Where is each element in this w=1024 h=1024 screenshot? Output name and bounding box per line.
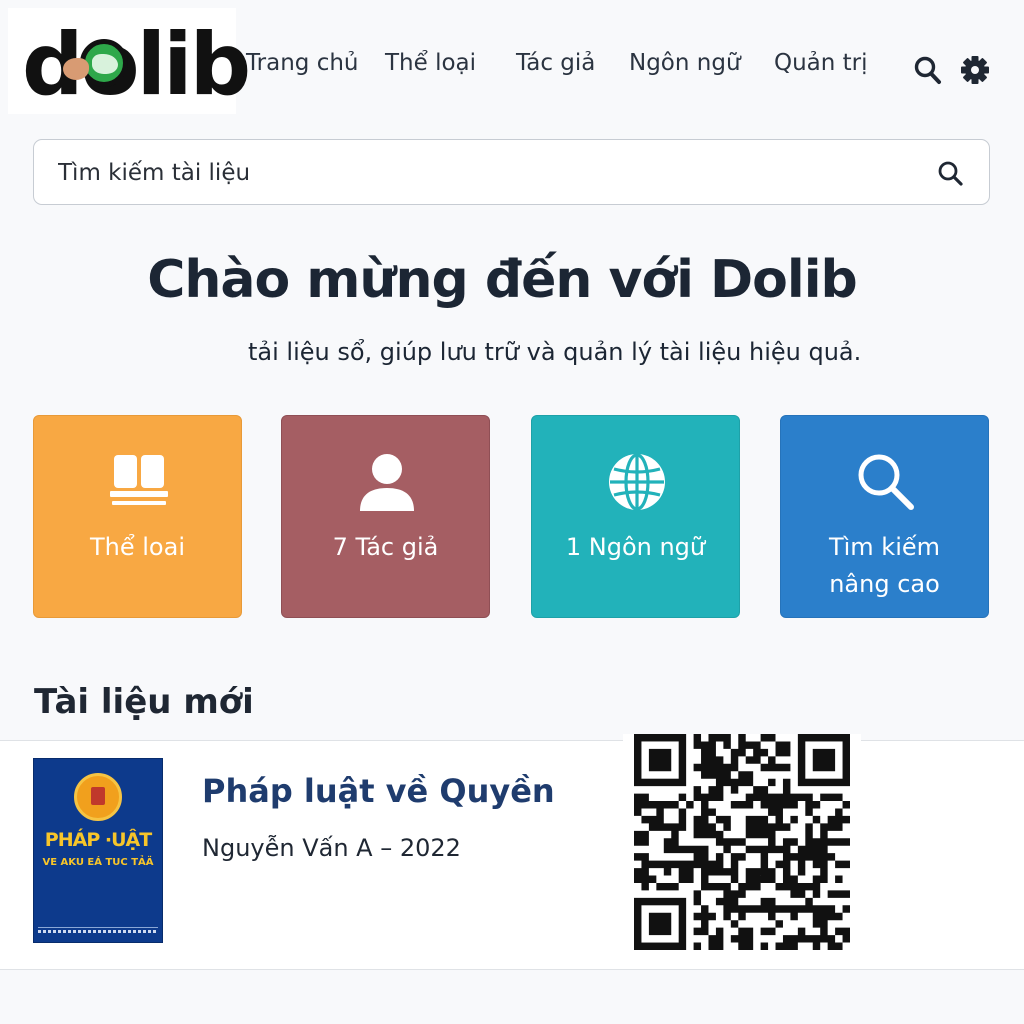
tile-advanced-search-line1: Tìm kiếm [828,533,941,561]
nav-languages[interactable]: Ngôn ngữ [629,50,741,76]
tile-languages[interactable]: 1 Ngôn ngữ [531,415,740,618]
search-icon [855,451,917,513]
logo-text: dolib [22,15,251,115]
tile-authors-label: 7 Tác giả [332,533,439,561]
tile-advanced-search-line2: nâng cao [829,570,940,598]
tile-categories-label: Thể loai [90,533,185,561]
search-bar [33,139,990,205]
tile-advanced-search[interactable]: Tìm kiếm nâng cao [780,415,989,618]
search-icon[interactable] [913,54,943,86]
section-heading-latest: Tài liệu mới [34,682,254,722]
nav-home[interactable]: Trang chủ [246,50,359,76]
search-submit-icon[interactable] [934,157,968,191]
top-nav: dolib Trang chủ Thể loại Tác giả Ngôn ng… [0,0,1024,122]
gear-icon[interactable] [960,54,990,86]
logo-globe-icon [63,39,128,87]
book-cover[interactable]: PHÁP ·UẬT VE AKU EÁ TUC TẢÄ [33,758,163,943]
document-meta: Nguyễn Vấn A – 2022 [202,834,461,862]
globe-icon [606,451,668,513]
nav-authors[interactable]: Tác giả [516,50,595,76]
tile-categories[interactable]: Thể loai [33,415,242,618]
user-icon [356,451,418,513]
dolib-logo[interactable]: dolib [8,8,251,115]
book-icon [108,451,170,513]
tile-authors[interactable]: 7 Tác giả [281,415,490,618]
cover-title: PHÁP ·UẬT [44,829,152,851]
tile-languages-label: 1 Ngôn ngữ [565,533,706,561]
cover-footer [38,927,158,937]
qr-code [623,734,861,959]
nav-categories[interactable]: Thể loại [385,50,476,76]
search-input[interactable] [58,154,918,192]
page-title: Chào mừng đến với Dolib [147,250,858,310]
nav-admin[interactable]: Quản trị [774,50,868,76]
list-item[interactable]: PHÁP ·UẬT VE AKU EÁ TUC TẢÄ Pháp luật về… [0,734,1024,970]
emblem-icon [74,773,122,821]
cover-subtitle: VE AKU EÁ TUC TẢÄ [42,857,154,868]
document-title[interactable]: Pháp luật về Quyền [202,772,555,810]
tile-advanced-search-label: Tìm kiếm nâng cao [781,529,988,603]
page-subtitle: tải liệu sổ, giúp lưu trữ và quản lý tài… [248,338,862,366]
